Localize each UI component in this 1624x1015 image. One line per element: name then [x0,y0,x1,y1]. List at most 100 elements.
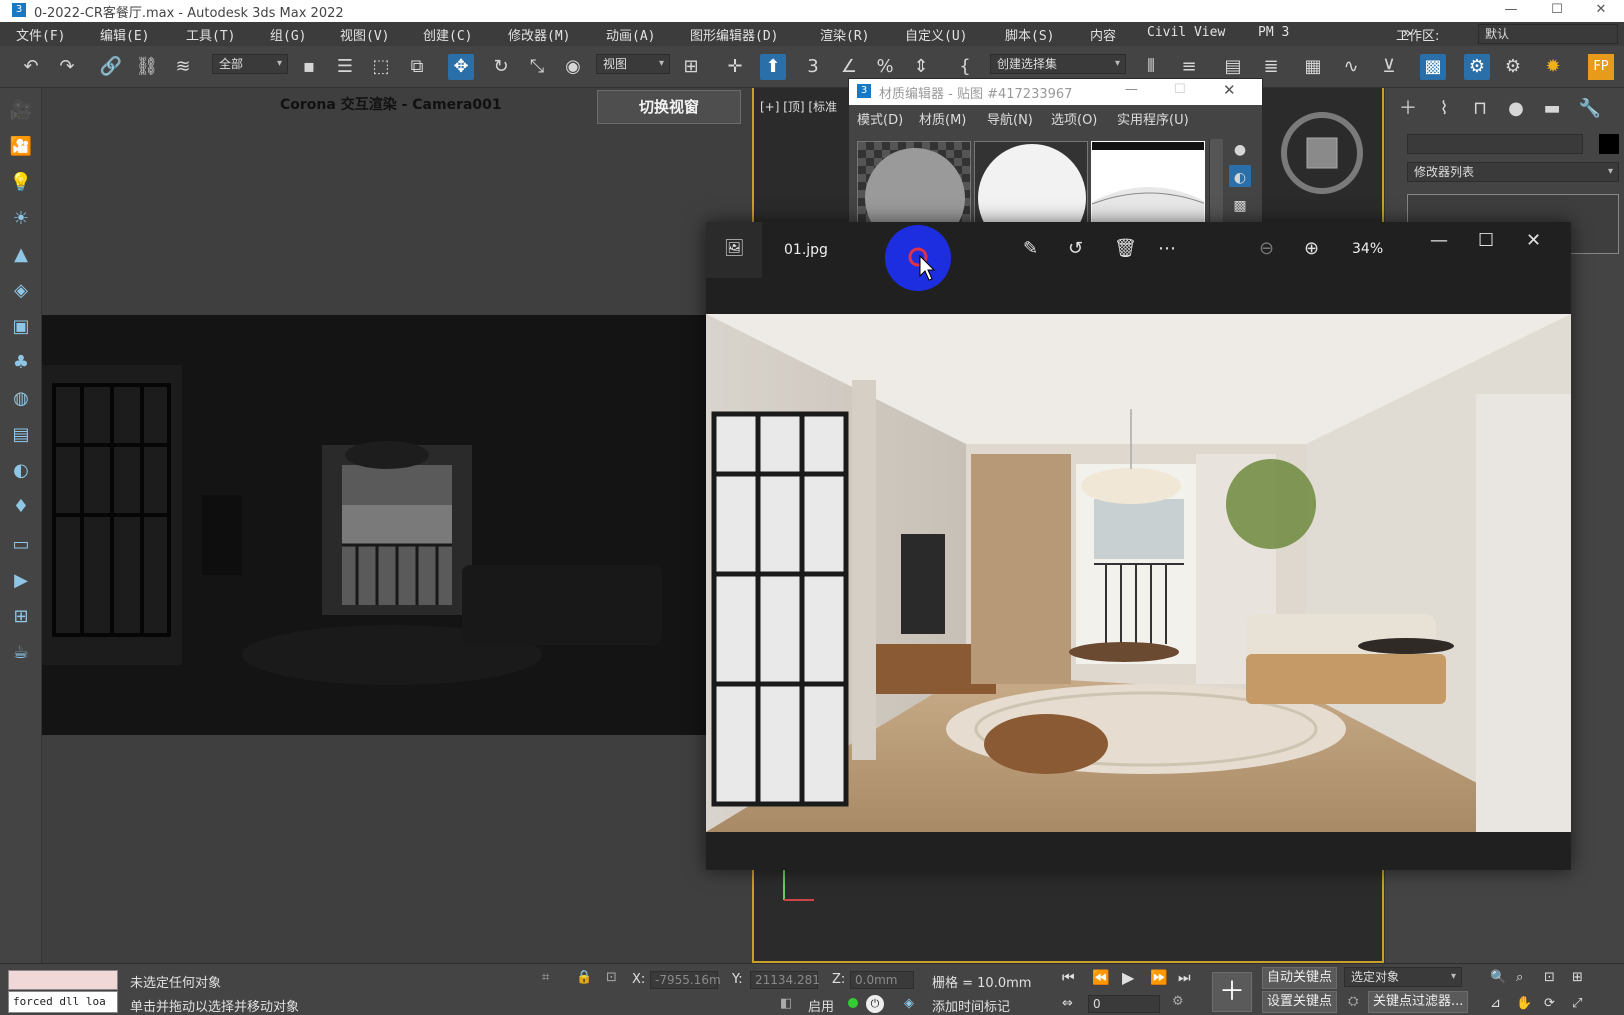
mated-menu-options[interactable]: 选项(O) [1051,109,1097,128]
mated-menu-utilities[interactable]: 实用程序(U) [1117,109,1189,128]
material-library-icon[interactable]: ◈ [8,278,34,304]
fp-plugin-icon[interactable]: FP [1588,54,1614,80]
converter-icon[interactable]: ⊞ [8,604,34,630]
set-key-large-button[interactable]: ＋ [1212,972,1252,1012]
menu-rendering[interactable]: 渲染(R) [820,25,869,44]
zoom-extents-all-icon[interactable]: ⊞ [1572,970,1583,985]
play-icon[interactable]: ▶ [1122,968,1134,987]
named-selection-dropdown[interactable]: 创建选择集 [990,54,1126,74]
orbit-icon[interactable]: ⟳ [1544,996,1555,1011]
material-slot-1[interactable] [857,141,971,227]
adaptive-degradation-icon[interactable]: ◧ [780,996,792,1011]
render-camera-icon[interactable]: 🎦 [8,134,34,160]
image-icon[interactable]: 🖼 [724,238,744,257]
proxy-icon[interactable]: ▣ [8,314,34,340]
light-mix-icon[interactable]: ♦ [8,494,34,520]
modify-tab-icon[interactable]: ⌇ [1431,96,1457,122]
utilities-tab-icon[interactable]: 🔧 [1577,96,1603,122]
material-editor-maximize[interactable]: ☐ [1174,82,1186,97]
more-icon[interactable]: ⋯ [1158,238,1176,259]
set-key-button[interactable]: 设置关键点 [1262,991,1338,1013]
time-tag-icon[interactable]: ◈ [904,996,914,1011]
decal-icon[interactable]: ◍ [8,386,34,412]
mated-menu-navigation[interactable]: 导航(N) [987,109,1033,128]
lock-icon[interactable]: 🔒 [576,970,592,985]
select-manipulate-icon[interactable]: ✛ [722,54,748,80]
switch-viewport-button[interactable]: 切换视窗 [597,90,741,124]
align-icon[interactable]: ≡ [1176,54,1202,80]
menu-modifiers[interactable]: 修改器(M) [508,25,570,44]
angle-snap-icon[interactable]: ∠ [836,54,862,80]
maxscript-output[interactable]: forced dll loa [8,991,118,1013]
edit-image-icon[interactable]: ✎ [1023,238,1038,259]
minimize-button[interactable]: — [1488,0,1534,22]
next-frame-icon[interactable]: ⏩ [1150,970,1167,986]
selected-object-dropdown[interactable]: 选定对象 [1344,967,1462,987]
undo-icon[interactable]: ↶ [18,54,44,80]
percent-snap-icon[interactable]: % [872,54,898,80]
window-crossing-icon[interactable]: ⧉ [404,54,430,80]
sun-icon[interactable]: ☀ [8,206,34,232]
menu-graph-editors[interactable]: 图形编辑器(D) [690,25,778,44]
x-coordinate-field[interactable]: -7955.16m [650,971,721,989]
menu-customize[interactable]: 自定义(U) [905,25,967,44]
key-filters-button[interactable]: 关键点过滤器... [1368,991,1469,1013]
menu-edit[interactable]: 编辑(E) [100,25,149,44]
material-editor-close[interactable]: ✕ [1223,81,1236,99]
keyboard-shortcut-toggle-icon[interactable]: ⬆ [760,54,786,80]
go-to-end-icon[interactable]: ⏭ [1178,970,1191,986]
maxscript-listener[interactable] [8,970,118,990]
rectangular-selection-icon[interactable]: ⬚ [368,54,394,80]
tree-icon[interactable]: ▲ [8,242,34,268]
menu-file[interactable]: 文件(F) [16,25,65,44]
material-slot-2[interactable] [974,141,1088,227]
scene-explorer-icon[interactable]: ▤ [1220,54,1246,80]
menu-views[interactable]: 视图(V) [340,25,389,44]
menu-create[interactable]: 创建(C) [423,25,472,44]
zoom-icon[interactable]: 🔍 [1490,970,1506,985]
zoom-out-icon[interactable]: ⊖ [1259,238,1274,259]
viewcube-icon[interactable] [1277,108,1367,198]
material-editor-scrollbar[interactable] [1209,139,1223,227]
delete-icon[interactable]: 🗑 [1114,238,1137,259]
hierarchy-tab-icon[interactable]: ⊓ [1467,96,1493,122]
field-of-view-icon[interactable]: ⊿ [1490,996,1501,1011]
light-icon[interactable]: 💡 [8,170,34,196]
select-rotate-icon[interactable]: ↻ [488,54,514,80]
menu-content[interactable]: 内容 [1090,25,1116,44]
backlight-icon[interactable]: ◐ [1229,165,1251,187]
menu-group[interactable]: 组(G) [270,25,306,44]
sample-type-icon[interactable]: ● [1229,137,1251,159]
key-filters-icon[interactable]: ⛭ [1348,994,1358,1009]
menu-tools[interactable]: 工具(T) [186,25,235,44]
material-editor-minimize[interactable]: — [1125,82,1138,97]
current-frame-field[interactable]: 0 [1088,995,1160,1013]
layer-explorer-icon[interactable]: ≣ [1258,54,1284,80]
material-slot-3[interactable] [1091,141,1205,227]
select-scale-icon[interactable]: ⤡ [524,54,550,80]
motion-tab-icon[interactable]: ● [1503,96,1529,122]
bind-spacewarp-icon[interactable]: ≋ [170,54,196,80]
select-by-name-icon[interactable]: ☰ [332,54,358,80]
mirror-icon[interactable]: ⫴ [1138,54,1164,80]
menu-scripting[interactable]: 脚本(S) [1005,25,1054,44]
key-mode-icon[interactable]: ⇔ [1062,996,1073,1011]
object-color-swatch[interactable] [1599,134,1619,154]
camera-icon[interactable]: 🎥 [8,98,34,124]
add-time-tag[interactable]: 添加时间标记 [932,996,1010,1015]
zoom-all-icon[interactable]: ⌕ [1516,970,1523,985]
workspace-select[interactable]: 默认 [1478,24,1618,44]
curve-editor-icon[interactable]: ∿ [1338,54,1364,80]
menu-animation[interactable]: 动画(A) [606,25,655,44]
safe-mode-icon[interactable]: ⏻ [866,995,884,1013]
teapot-icon[interactable]: ☕ [8,640,34,666]
go-to-start-icon[interactable]: ⏮ [1062,970,1075,986]
menu-pm3[interactable]: PM 3 [1258,25,1289,40]
viewer-minimize-icon[interactable]: — [1430,230,1448,251]
close-button[interactable]: ✕ [1578,0,1624,22]
modifier-list-dropdown[interactable]: 修改器列表 [1407,162,1619,182]
redo-icon[interactable]: ↷ [54,54,80,80]
y-coordinate-field[interactable]: 21134.281 [750,971,820,989]
viewport-label[interactable]: [+] [顶] [标准 [760,98,837,115]
select-move-icon[interactable]: ✥ [448,54,474,80]
